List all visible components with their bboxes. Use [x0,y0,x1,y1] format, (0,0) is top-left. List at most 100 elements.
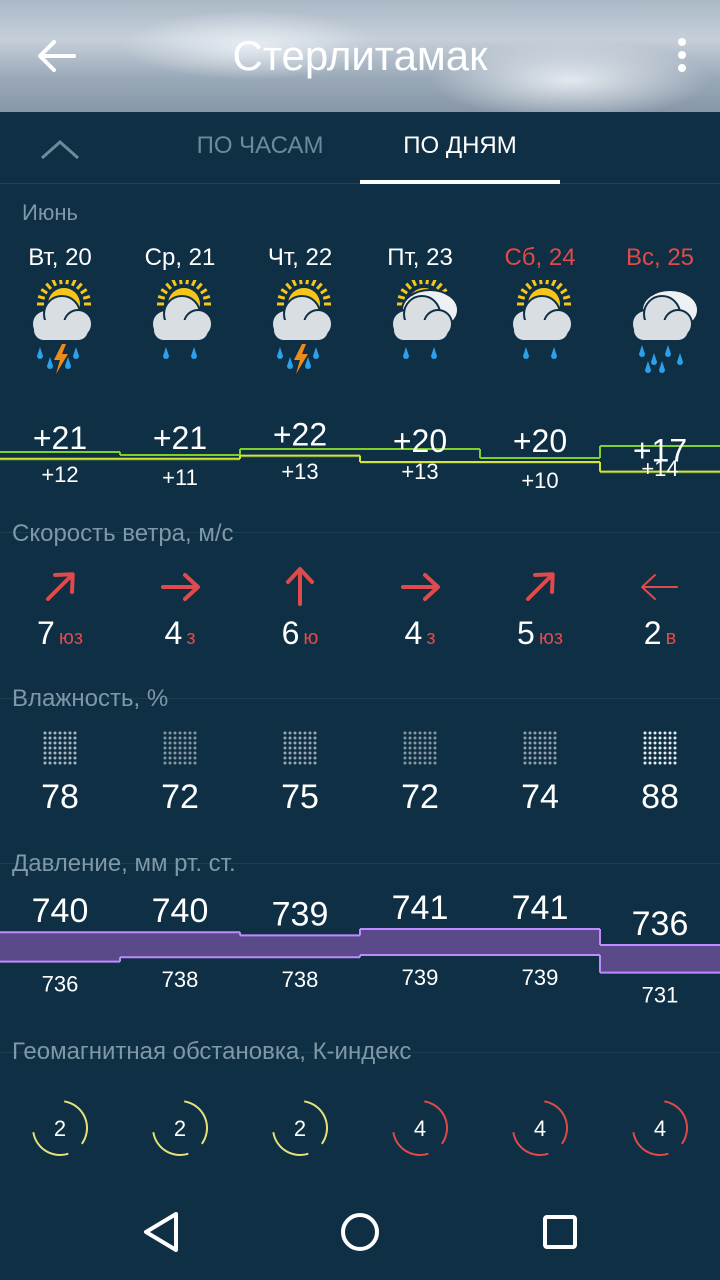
nav-back-icon[interactable] [144,1212,178,1252]
tab-hourly[interactable]: ПО ЧАСАМ [160,132,360,160]
humidity-value: 78 [41,778,79,816]
wind-direction: юз [58,627,83,649]
temperature-low: +10 [521,468,558,493]
pressure-bar [600,945,720,973]
kindex-gauge: 4 [632,1100,688,1156]
pressure-low: 739 [402,965,439,990]
month-label: Июнь [22,200,78,225]
cloudy-heavy-rain-icon [631,289,699,373]
kindex-gauge: 2 [272,1100,328,1156]
humidity-icon [403,731,437,765]
pressure-high: 741 [512,895,569,927]
east-arrow-icon [401,573,440,601]
wind-cell: 2в [600,615,720,652]
temperature-low: +14 [641,456,678,481]
nav-home-icon[interactable] [341,1213,379,1251]
temperature-high: +20 [393,423,447,459]
wind-direction: з [186,627,196,649]
wind-speed: 5 [517,615,535,651]
humidity-icon [283,731,317,765]
chevron-up-icon[interactable] [36,134,84,164]
day-label: Ср, 21 [144,244,216,271]
humidity-icon [643,731,677,765]
kindex-gauge: 2 [32,1100,88,1156]
cloudy-rain-icon [391,277,459,359]
wind-speed: 4 [404,615,423,651]
kindex-row: 2 2 2 4 4 4 [0,1090,720,1170]
pressure-low: 731 [642,983,679,1008]
nav-recents-icon[interactable] [543,1215,577,1249]
more-vert-icon[interactable] [674,38,690,78]
humidity-value: 75 [281,778,319,816]
wind-direction: з [426,627,436,649]
kindex-gauge: 2 [152,1100,208,1156]
partly-cloudy-rain-icon [511,277,573,359]
pressure-chart: 740 736 740 738 739 738 741 739 741 739 736 731 [0,889,720,1020]
tab-indicator [360,180,560,184]
wind-cell: 4з [120,615,240,652]
wind-speed: 4 [164,615,183,651]
weather-icons [31,277,699,374]
pressure-low: 736 [42,972,79,997]
day-label: Пт, 23 [387,244,453,271]
day-label: Сб, 24 [504,244,576,271]
humidity-value: 74 [521,778,559,816]
pressure-bar [0,932,120,962]
wind-direction: в [665,627,677,649]
kindex-value: 4 [534,1116,546,1141]
temperature-high: +21 [153,420,207,456]
kindex-value: 4 [654,1116,666,1141]
wind-cell: 6ю [240,615,360,652]
north-arrow-icon [286,567,314,606]
humidity-icon [43,731,77,765]
pressure-high: 740 [152,895,209,930]
east-arrow-icon [161,573,200,601]
temperature-high: +22 [273,417,327,453]
day-label: Вт, 20 [28,244,92,271]
pressure-bar [480,929,600,955]
partly-cloudy-thunderstorm-icon [271,277,333,374]
pressure-low: 738 [282,967,319,992]
page-title: Стерлитамак [232,32,488,79]
humidity-dots [43,731,677,765]
wind-cell: 7 юз [0,615,120,652]
wind-row: 7 юз 4з 6ю 4з 5 юз 2в [0,565,720,660]
kindex-value: 4 [414,1116,426,1141]
day-label: Вс, 25 [625,244,695,271]
partly-cloudy-thunderstorm-icon [31,277,93,374]
northeast-arrow-icon [45,572,75,602]
temperature-low: +12 [41,462,78,487]
pressure-low: 738 [162,967,199,992]
tab-bar: ПО ЧАСАМ ПО ДНЯМ [0,112,720,184]
temperature-low: +13 [401,459,438,484]
app-bar: Стерлитамак [0,0,720,120]
kindex-gauge: 4 [392,1100,448,1156]
partly-cloudy-rain-icon [151,277,213,359]
system-nav-bar [0,1180,720,1280]
west-arrow-icon [641,574,678,600]
geomagnetic-section-title: Геомагнитная обстановка, К-индекс [12,1038,412,1065]
temperature-low: +11 [162,465,198,490]
humidity-icon [523,731,557,765]
pressure-bar [120,932,240,958]
temperature-low: +13 [281,459,318,484]
wind-speed: 6 [281,615,300,651]
pressure-high: 736 [632,905,689,943]
wind-arrows [45,567,678,606]
wind-speed: 7 [37,615,55,651]
pressure-high: 741 [392,895,449,927]
pressure-section-title: Давление, мм рт. ст. [12,850,236,877]
kindex-gauges: 2 2 2 4 4 4 [32,1100,688,1156]
humidity-section-title: Влажность, % [12,685,169,712]
pressure-bar [240,935,360,958]
temperature-chart: +21 +12 +21 +11 +22 +13 +20 +13 +20 +10 +17 +14 [0,390,720,520]
wind-speed: 2 [643,615,662,651]
pressure-bar [360,929,480,955]
temperature-high: +21 [33,420,87,456]
tab-daily[interactable]: ПО ДНЯМ [360,132,560,160]
wind-direction: ю [303,627,319,649]
humidity-row: 78 72 75 72 74 88 [0,728,720,823]
pressure-low: 739 [522,965,559,990]
humidity-icon [163,731,197,765]
kindex-value: 2 [54,1116,66,1141]
